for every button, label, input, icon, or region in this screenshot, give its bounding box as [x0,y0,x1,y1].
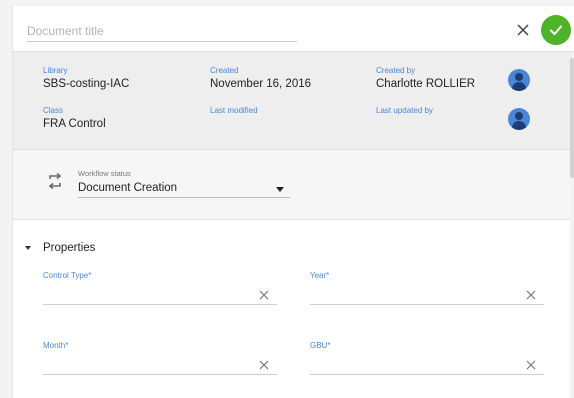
control-type-label: Control Type* [43,271,92,280]
confirm-button[interactable] [541,15,571,45]
created-by-field: Created by Charlotte ROLLIER [376,66,475,92]
workflow-status-select[interactable]: Document Creation [78,180,290,198]
title-bar [13,6,574,52]
control-type-field[interactable]: Control Type* [43,271,277,311]
properties-title: Properties [43,242,96,254]
month-field[interactable]: Month* [43,341,277,381]
library-label: Library [43,66,68,75]
library-field: Library SBS-costing-IAC [43,66,129,92]
scrollbar-thumb[interactable] [570,58,574,178]
created-value: November 16, 2016 [210,78,312,90]
close-button[interactable] [511,18,535,42]
document-title-input[interactable] [27,20,297,42]
clear-icon [526,360,536,370]
avatar-head [515,112,523,120]
created-by-value: Charlotte ROLLIER [376,78,476,90]
properties-toggle[interactable]: Properties [25,240,95,256]
last-modified-field: Last modified [210,106,258,116]
created-label: Created [210,66,239,75]
class-label: Class [43,106,64,115]
workflow-status-value: Document Creation [78,182,178,194]
gbu-label: GBU* [310,341,331,350]
field-underline [43,304,277,305]
clear-icon [526,290,536,300]
clear-control-type-button[interactable] [257,288,271,302]
last-updated-by-field: Last updated by [376,106,433,116]
created-field: Created November 16, 2016 [210,66,311,92]
last-updated-by-avatar[interactable] [508,108,530,130]
gbu-field[interactable]: GBU* [310,341,544,381]
clear-gbu-button[interactable] [524,358,538,372]
clear-month-button[interactable] [257,358,271,372]
document-metadata: Library SBS-costing-IAC Created November… [13,52,574,150]
class-value: FRA Control [43,118,106,130]
clear-icon [259,290,269,300]
collapse-caret-icon [25,246,31,250]
avatar-head [515,73,523,81]
check-icon [550,25,562,35]
sync-icon [48,172,62,190]
avatar-body [512,121,526,130]
year-field[interactable]: Year* [310,271,544,311]
last-modified-label: Last modified [210,106,258,115]
workflow-section: Workflow status Document Creation [13,150,574,220]
clear-icon [259,360,269,370]
created-by-avatar[interactable] [508,69,530,91]
last-updated-by-label: Last updated by [376,106,433,115]
dropdown-arrow-icon [276,187,284,192]
properties-section: Properties Control Type* Year* Month* GB… [13,220,574,398]
field-underline [310,374,544,375]
document-panel: Library SBS-costing-IAC Created November… [12,6,574,398]
month-label: Month* [43,341,69,350]
close-icon [517,24,529,36]
year-label: Year* [310,271,330,280]
avatar-body [512,82,526,91]
field-underline [310,304,544,305]
workflow-status-label: Workflow status [78,169,131,178]
created-by-label: Created by [376,66,416,75]
clear-year-button[interactable] [524,288,538,302]
class-field: Class FRA Control [43,106,106,132]
library-value: SBS-costing-IAC [43,78,130,90]
field-underline [43,374,277,375]
